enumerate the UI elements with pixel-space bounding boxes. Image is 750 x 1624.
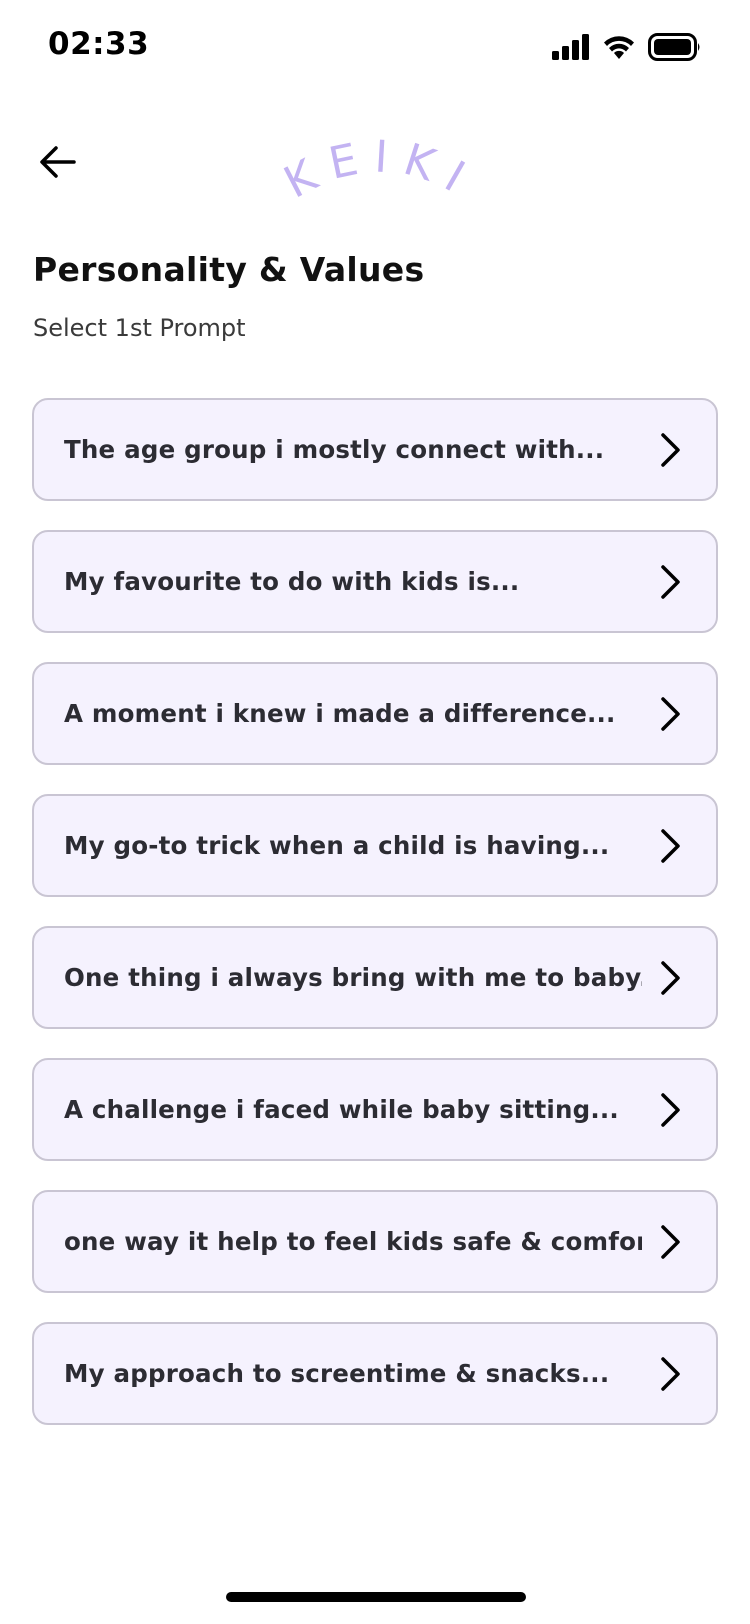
header: KEIKI: [0, 110, 750, 220]
prompt-item[interactable]: My go-to trick when a child is having...: [32, 794, 718, 897]
prompt-label: one way it help to feel kids safe & comf…: [64, 1227, 642, 1256]
prompt-item[interactable]: one way it help to feel kids safe & comf…: [32, 1190, 718, 1293]
page-subtitle: Select 1st Prompt: [33, 314, 246, 342]
cellular-signal-icon: [552, 34, 590, 64]
prompt-label: My go-to trick when a child is having...: [64, 831, 610, 860]
chevron-right-icon: [656, 958, 686, 998]
prompt-item[interactable]: A challenge i faced while baby sitting..…: [32, 1058, 718, 1161]
status-time: 02:33: [48, 26, 150, 62]
chevron-right-icon: [656, 1222, 686, 1262]
prompt-label: My approach to screentime & snacks...: [64, 1359, 610, 1388]
prompt-label: A challenge i faced while baby sitting..…: [64, 1095, 619, 1124]
prompt-label: The age group i mostly connect with...: [64, 435, 605, 464]
prompt-label: My favourite to do with kids is...: [64, 567, 520, 596]
battery-icon: [648, 33, 702, 65]
arrow-left-icon: [38, 144, 78, 184]
keiki-logo: KEIKI: [275, 122, 485, 212]
prompt-item[interactable]: A moment i knew i made a difference...: [32, 662, 718, 765]
chevron-right-icon: [656, 1354, 686, 1394]
wifi-icon: [602, 34, 636, 64]
back-button[interactable]: [34, 140, 82, 188]
chevron-right-icon: [656, 430, 686, 470]
home-indicator[interactable]: [226, 1592, 526, 1602]
prompt-item[interactable]: One thing i always bring with me to baby…: [32, 926, 718, 1029]
chevron-right-icon: [656, 562, 686, 602]
prompt-label: One thing i always bring with me to baby…: [64, 963, 642, 992]
status-icons: [552, 33, 702, 65]
chevron-right-icon: [656, 1090, 686, 1130]
chevron-right-icon: [656, 694, 686, 734]
logo-text: KEIKI: [276, 131, 471, 209]
prompt-item[interactable]: The age group i mostly connect with...: [32, 398, 718, 501]
prompt-item[interactable]: My favourite to do with kids is...: [32, 530, 718, 633]
svg-text:KEIKI: KEIKI: [276, 131, 485, 209]
prompt-label: A moment i knew i made a difference...: [64, 699, 616, 728]
prompt-item[interactable]: My approach to screentime & snacks...: [32, 1322, 718, 1425]
chevron-right-icon: [656, 826, 686, 866]
status-bar: 02:33: [0, 0, 750, 96]
prompt-list: The age group i mostly connect with... M…: [32, 398, 718, 1425]
page-title: Personality & Values: [33, 250, 425, 289]
